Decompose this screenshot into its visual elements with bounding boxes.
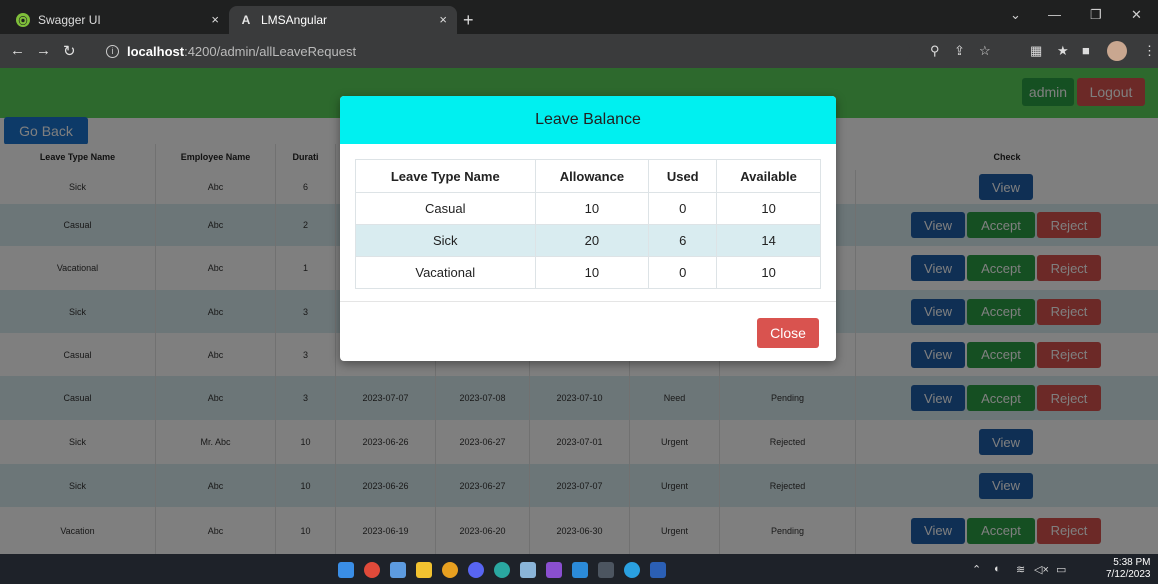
modal-table-row: Casual 10 0 10: [355, 192, 821, 225]
forward-arrow-icon[interactable]: →: [36, 42, 51, 59]
extensions-puzzle-icon[interactable]: ★: [1057, 43, 1069, 59]
snipping-tool-icon[interactable]: [520, 562, 536, 578]
window-close-icon[interactable]: ✕: [1131, 7, 1142, 23]
modal-title: Leave Balance: [340, 96, 836, 144]
site-info-icon[interactable]: i: [106, 44, 119, 58]
wifi-icon[interactable]: ≋: [1016, 563, 1025, 576]
modal-cell: 14: [716, 224, 821, 257]
discord-icon[interactable]: [468, 562, 484, 578]
modal-col-used: Used: [648, 159, 718, 193]
app-icon[interactable]: [364, 562, 380, 578]
leave-balance-modal: Leave Balance Leave Type Name Allowance …: [340, 96, 836, 361]
modal-close-button[interactable]: Close: [757, 318, 819, 348]
tray-app-icon[interactable]: ◐: [994, 563, 1001, 575]
battery-icon[interactable]: ▭: [1056, 563, 1066, 576]
start-icon[interactable]: [338, 562, 354, 578]
bookmark-star-icon[interactable]: ☆: [979, 43, 991, 59]
vscode-icon[interactable]: [572, 562, 588, 578]
leave-balance-table: Leave Type Name Allowance Used Available…: [355, 159, 821, 289]
angular-favicon-icon: A: [241, 13, 251, 27]
url-path: :4200/admin/allLeaveRequest: [184, 43, 357, 59]
visual-studio-icon[interactable]: [546, 562, 562, 578]
terminal-icon[interactable]: [598, 562, 614, 578]
telegram-icon[interactable]: [624, 562, 640, 578]
side-panel-icon[interactable]: ■: [1082, 43, 1090, 58]
modal-table-row: Vacational 10 0 10: [355, 256, 821, 289]
word-icon[interactable]: [650, 562, 666, 578]
tab-close-icon[interactable]: ×: [439, 12, 447, 27]
modal-table-header: Leave Type Name Allowance Used Available: [355, 159, 821, 193]
tab-swagger-ui[interactable]: ⦿ Swagger UI ×: [6, 6, 229, 34]
new-tab-button[interactable]: +: [463, 10, 474, 31]
tab-label: LMSAngular: [261, 13, 328, 27]
zoom-icon[interactable]: ⚲: [930, 43, 940, 59]
clock-time: 5:38 PM: [1113, 557, 1151, 568]
modal-cell: 0: [648, 192, 718, 225]
minimize-icon[interactable]: —: [1048, 7, 1061, 22]
reload-icon[interactable]: ↻: [63, 42, 76, 60]
share-icon[interactable]: ⇪: [954, 43, 965, 59]
menu-kebab-icon[interactable]: ⋮: [1143, 43, 1156, 59]
url-input[interactable]: i localhost:4200/admin/allLeaveRequest: [100, 39, 910, 63]
tab-search-chevron-icon[interactable]: ⌄: [1010, 7, 1021, 23]
profile-avatar[interactable]: [1107, 41, 1127, 61]
browser-tab-bar: ⦿ Swagger UI × A LMSAngular × + ⌄ — ❐ ✕: [0, 0, 1158, 34]
modal-cell: Casual: [355, 192, 536, 225]
modal-cell: Sick: [355, 224, 536, 257]
tab-label: Swagger UI: [38, 13, 101, 27]
clock-date: 7/12/2023: [1106, 569, 1151, 580]
modal-col-available: Available: [716, 159, 821, 193]
modal-table-row: Sick 20 6 14: [355, 224, 821, 257]
taskbar-clock[interactable]: 5:38 PM 7/12/2023: [1106, 557, 1151, 581]
swagger-favicon-icon: ⦿: [16, 13, 30, 27]
tab-lmsangular[interactable]: A LMSAngular ×: [229, 6, 457, 34]
url-host: localhost: [127, 43, 185, 59]
modal-cell: 10: [534, 192, 650, 225]
back-arrow-icon[interactable]: ←: [10, 42, 25, 59]
volume-icon[interactable]: ◁×: [1034, 563, 1049, 576]
modal-cell: 10: [534, 256, 650, 289]
extension-icon[interactable]: ▦: [1030, 43, 1042, 59]
modal-col-allowance: Allowance: [534, 159, 650, 193]
photos-icon[interactable]: [390, 562, 406, 578]
modal-cell: Vacational: [355, 256, 536, 289]
restore-icon[interactable]: ❐: [1090, 7, 1102, 23]
modal-cell: 20: [534, 224, 650, 257]
tab-close-icon[interactable]: ×: [211, 12, 219, 27]
modal-cell: 0: [648, 256, 718, 289]
address-bar: ← → ↻ i localhost:4200/admin/allLeaveReq…: [0, 34, 1158, 68]
edge-icon[interactable]: [494, 562, 510, 578]
file-explorer-icon[interactable]: [416, 562, 432, 578]
modal-cell: 6: [648, 224, 718, 257]
modal-cell: 10: [716, 256, 821, 289]
chrome-icon[interactable]: [442, 562, 458, 578]
tray-chevron-icon[interactable]: ⌃: [972, 563, 981, 576]
modal-cell: 10: [716, 192, 821, 225]
modal-col-leave-type: Leave Type Name: [355, 159, 536, 193]
